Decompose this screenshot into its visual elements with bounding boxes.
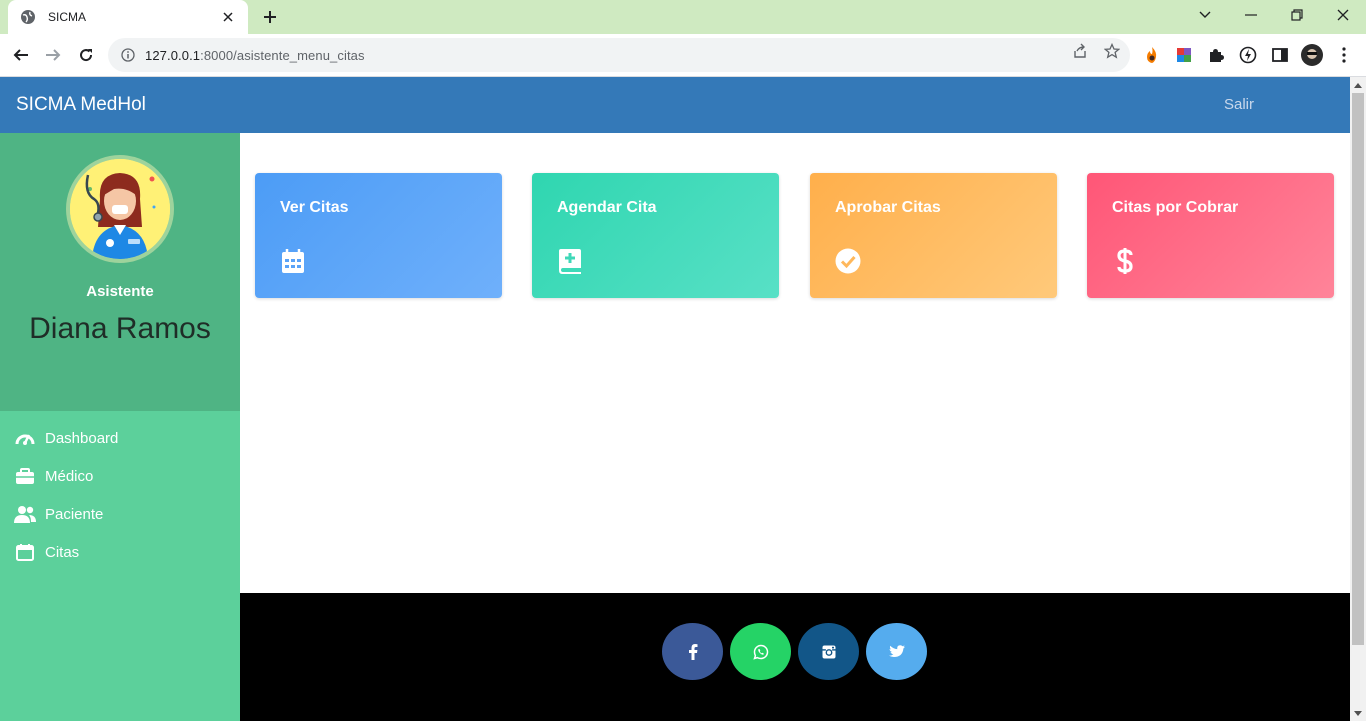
sidebar-menu: Dashboard Médico Paciente Citas	[0, 419, 240, 571]
brand-title[interactable]: SICMA MedHol	[16, 94, 146, 116]
facebook-icon[interactable]	[662, 623, 723, 680]
whatsapp-icon[interactable]	[730, 623, 791, 680]
back-arrow-icon[interactable]	[8, 42, 34, 68]
check-circle-icon	[834, 247, 862, 275]
profile-avatar-icon[interactable]	[1301, 44, 1323, 66]
browser-tab-strip: SICMA	[0, 0, 1366, 34]
top-navbar: SICMA MedHol Salir	[0, 77, 1350, 133]
user-name: Diana Ramos	[29, 312, 211, 345]
calendar-icon	[14, 542, 36, 562]
page-scrollbar[interactable]	[1350, 77, 1366, 721]
sidebar-item-label: Dashboard	[45, 429, 119, 447]
browser-toolbar: 127.0.0.1:8000/asistente_menu_citas	[0, 34, 1366, 77]
forward-arrow-icon[interactable]	[40, 42, 66, 68]
card-title: Citas por Cobrar	[1112, 199, 1239, 216]
card-title: Agendar Cita	[557, 199, 657, 216]
restore-icon[interactable]	[1274, 0, 1320, 30]
card-aprobar-citas[interactable]: Aprobar Citas	[810, 173, 1057, 298]
url-path: :8000/asistente_menu_citas	[200, 47, 365, 63]
info-icon[interactable]	[120, 47, 136, 63]
sidebar-item-label: Citas	[45, 543, 80, 561]
main-content: Ver Citas Agendar Cita Aprobar Citas Cit…	[240, 133, 1350, 537]
close-tab-icon[interactable]	[220, 9, 236, 25]
sidebar-item-medico[interactable]: Médico	[0, 457, 240, 495]
tab-search-chevron-icon[interactable]	[1182, 0, 1228, 30]
puzzle-extensions-icon[interactable]	[1205, 44, 1227, 66]
calendar-icon	[279, 247, 307, 275]
card-ver-citas[interactable]: Ver Citas	[255, 173, 502, 298]
share-icon[interactable]	[1070, 42, 1090, 60]
sidebar: Asistente Diana Ramos Dashboard Médico P…	[0, 133, 240, 721]
tachometer-icon	[14, 428, 36, 448]
card-agendar-cita[interactable]: Agendar Cita	[532, 173, 779, 298]
dollar-icon	[1111, 247, 1139, 275]
bookmark-star-icon[interactable]	[1102, 42, 1122, 60]
address-bar[interactable]: 127.0.0.1:8000/asistente_menu_citas	[108, 38, 1130, 72]
book-medical-icon	[556, 247, 584, 275]
scrollbar-thumb[interactable]	[1352, 93, 1364, 645]
browser-menu-icon[interactable]	[1333, 44, 1355, 66]
sidebar-item-dashboard[interactable]: Dashboard	[0, 419, 240, 457]
sidebar-item-citas[interactable]: Citas	[0, 533, 240, 571]
scroll-up-icon[interactable]	[1350, 77, 1366, 93]
color-picker-extension-icon[interactable]	[1173, 44, 1195, 66]
new-tab-button[interactable]	[258, 6, 282, 28]
tab-title: SICMA	[48, 10, 87, 24]
nurse-avatar	[66, 155, 174, 263]
profile-panel: Asistente Diana Ramos	[0, 133, 240, 411]
lightning-extension-icon[interactable]	[1237, 44, 1259, 66]
sidebar-item-paciente[interactable]: Paciente	[0, 495, 240, 533]
reload-icon[interactable]	[73, 42, 99, 68]
card-title: Aprobar Citas	[835, 199, 941, 216]
globe-icon	[20, 9, 36, 25]
users-icon	[14, 504, 36, 524]
footer	[240, 593, 1350, 721]
browser-tab[interactable]: SICMA	[8, 0, 248, 34]
side-panel-icon[interactable]	[1269, 44, 1291, 66]
logout-link[interactable]: Salir	[1224, 96, 1254, 113]
briefcase-medical-icon	[14, 466, 36, 486]
app-page: SICMA MedHol Salir Asistente Diana Ramos…	[0, 77, 1350, 721]
fire-extension-icon[interactable]	[1141, 44, 1163, 66]
minimize-icon[interactable]	[1228, 0, 1274, 30]
instagram-icon[interactable]	[798, 623, 859, 680]
scroll-down-icon[interactable]	[1350, 705, 1366, 721]
sidebar-item-label: Paciente	[45, 505, 104, 523]
url-text: 127.0.0.1:8000/asistente_menu_citas	[145, 48, 365, 63]
user-role: Asistente	[86, 283, 154, 300]
sidebar-item-label: Médico	[45, 467, 94, 485]
card-title: Ver Citas	[280, 199, 349, 216]
card-citas-por-cobrar[interactable]: Citas por Cobrar	[1087, 173, 1334, 298]
url-host: 127.0.0.1	[145, 47, 201, 63]
close-window-icon[interactable]	[1320, 0, 1366, 30]
twitter-icon[interactable]	[866, 623, 927, 680]
